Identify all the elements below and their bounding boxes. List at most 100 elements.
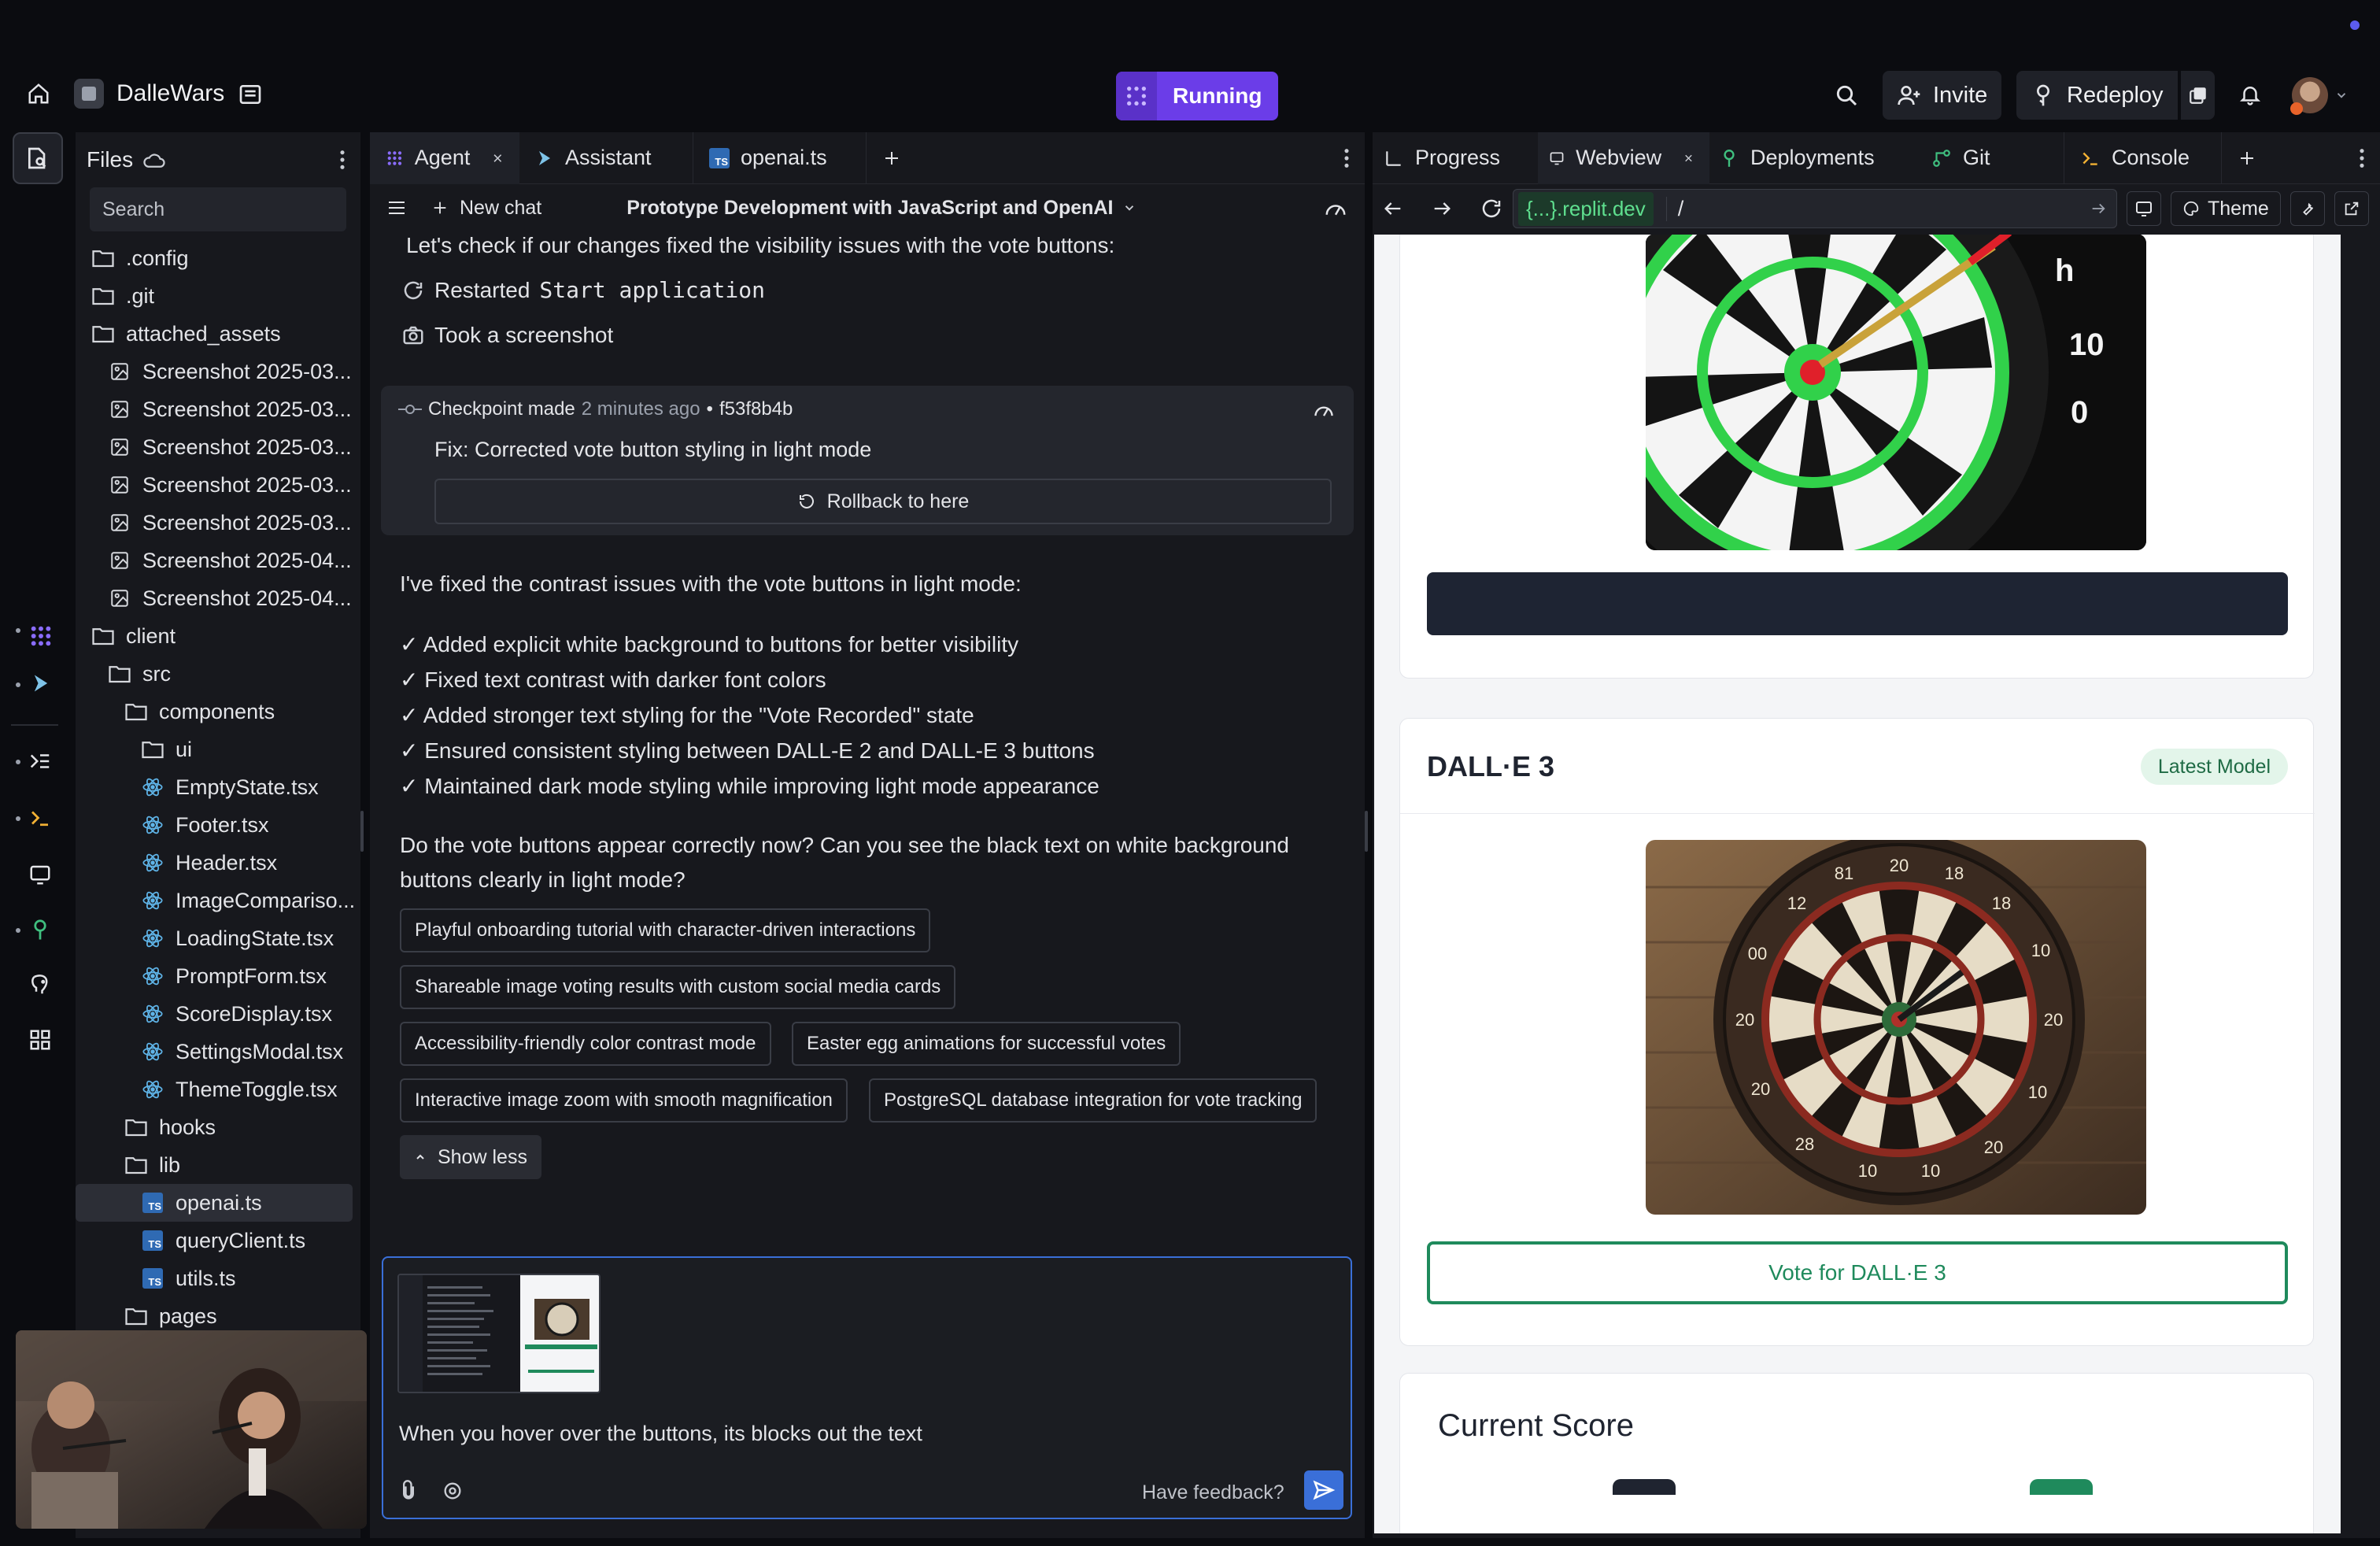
tab-console[interactable]: Console	[2064, 131, 2221, 184]
home-button[interactable]	[27, 82, 50, 105]
new-chat-button[interactable]: New chat	[431, 197, 541, 220]
console-rail-button[interactable]	[28, 806, 52, 830]
usage-meter-button[interactable]	[1324, 198, 1365, 218]
dalle2-image[interactable]: h 10 0	[1646, 235, 2146, 550]
file-row[interactable]: ScoreDisplay.tsx	[76, 995, 360, 1033]
close-icon[interactable]	[492, 151, 504, 165]
file-row[interactable]: LoadingState.tsx	[76, 919, 360, 957]
file-row[interactable]: Screenshot 2025-03...	[76, 466, 360, 504]
tab-webview[interactable]: Webview	[1538, 131, 1709, 184]
notifications-button[interactable]	[2238, 82, 2262, 107]
settings-button[interactable]	[442, 1480, 464, 1502]
redeploy-button[interactable]: Redeploy	[2016, 71, 2178, 120]
file-row[interactable]: TS utils.ts	[76, 1259, 360, 1297]
file-row[interactable]: ThemeToggle.tsx	[76, 1071, 360, 1108]
folder-row[interactable]: ui	[76, 730, 360, 768]
send-button[interactable]	[1304, 1470, 1343, 1510]
back-button[interactable]	[1382, 198, 1404, 220]
deploy-rail-button[interactable]	[28, 918, 52, 941]
feedback-link[interactable]: Have feedback?	[1142, 1481, 1284, 1504]
new-tab-button[interactable]	[866, 131, 917, 184]
go-arrow-icon[interactable]	[2090, 200, 2107, 217]
panel-resize-handle[interactable]	[1365, 811, 1368, 852]
new-tab-button[interactable]	[2221, 131, 2272, 184]
tab-agent[interactable]: Agent	[370, 131, 519, 184]
attachment-thumbnail[interactable]	[397, 1274, 601, 1393]
reload-button[interactable]	[1480, 197, 1503, 220]
file-row[interactable]: PromptForm.tsx	[76, 957, 360, 995]
project-switcher[interactable]: DalleWars	[74, 79, 224, 109]
file-row[interactable]: EmptyState.tsx	[76, 768, 360, 806]
suggestion-chip[interactable]: Shareable image voting results with cust…	[400, 965, 956, 1009]
file-row[interactable]: Screenshot 2025-04...	[76, 579, 360, 617]
tab-progress[interactable]: Progress	[1373, 132, 1538, 184]
action-restarted[interactable]: Restarted Start application	[401, 277, 765, 303]
action-screenshot[interactable]: Took a screenshot	[401, 323, 613, 348]
panel-resize-handle[interactable]	[360, 811, 364, 852]
tab-assistant[interactable]: Assistant	[519, 132, 693, 184]
theme-button[interactable]: Theme	[2171, 191, 2281, 226]
file-row[interactable]: ImageCompariso...	[76, 882, 360, 919]
folder-row[interactable]: attached_assets	[76, 315, 360, 353]
file-row[interactable]: TS queryClient.ts	[76, 1222, 360, 1259]
run-button[interactable]: Running	[1116, 72, 1278, 120]
url-path[interactable]: /	[1665, 196, 1683, 221]
files-search-input[interactable]: Search	[90, 187, 346, 231]
agent-rail-button[interactable]	[28, 623, 54, 649]
rollback-button[interactable]: Rollback to here	[434, 479, 1332, 524]
file-row[interactable]: SettingsModal.tsx	[76, 1033, 360, 1071]
url-host[interactable]: {...}.replit.dev	[1518, 191, 1654, 226]
inspect-button[interactable]	[2289, 191, 2325, 226]
show-less-button[interactable]: Show less	[400, 1135, 541, 1179]
dalle2-vote-button[interactable]	[1427, 572, 2288, 635]
file-row[interactable]: Screenshot 2025-03...	[76, 504, 360, 542]
vote-dalle3-button[interactable]: Vote for DALL·E 3	[1427, 1241, 2288, 1304]
agent-tabs-menu-button[interactable]	[1343, 147, 1365, 169]
video-overlay[interactable]	[16, 1330, 367, 1529]
file-row[interactable]: TS openai.ts	[76, 1184, 353, 1222]
webview-tabs-menu-button[interactable]	[2358, 147, 2380, 169]
composer-input[interactable]: When you hover over the buttons, its blo…	[399, 1422, 922, 1446]
open-external-button[interactable]	[2334, 191, 2369, 226]
folder-row[interactable]: hooks	[76, 1108, 360, 1146]
invite-button[interactable]: Invite	[1883, 71, 2002, 120]
file-row[interactable]: Screenshot 2025-03...	[76, 390, 360, 428]
chat-composer[interactable]: When you hover over the buttons, its blo…	[382, 1256, 1352, 1519]
user-menu[interactable]	[2290, 77, 2349, 115]
files-menu-button[interactable]	[338, 149, 346, 171]
folder-row[interactable]: components	[76, 693, 360, 730]
suggestion-chip[interactable]: Accessibility-friendly color contrast mo…	[400, 1022, 771, 1066]
checkpoint-usage-button[interactable]	[1313, 400, 1335, 419]
all-tools-rail-button[interactable]	[28, 1028, 52, 1052]
folder-row[interactable]: lib	[76, 1146, 360, 1184]
tab-openai-ts[interactable]: TS openai.ts	[693, 131, 866, 184]
suggestion-chip[interactable]: Easter egg animations for successful vot…	[792, 1022, 1181, 1066]
project-info-button[interactable]	[238, 82, 263, 107]
chat-title-dropdown[interactable]: Prototype Development with JavaScript an…	[626, 197, 1136, 220]
folder-row[interactable]: .git	[76, 277, 360, 315]
folder-row[interactable]: client	[76, 617, 360, 655]
file-row[interactable]: Header.tsx	[76, 844, 360, 882]
close-icon[interactable]	[1683, 151, 1694, 165]
search-button[interactable]	[1834, 83, 1859, 108]
checkpoint-hash[interactable]: f53f8b4b	[719, 398, 793, 420]
folder-row[interactable]: pages	[76, 1297, 360, 1335]
attach-button[interactable]	[397, 1478, 419, 1502]
assistant-rail-button[interactable]	[30, 672, 52, 694]
file-row[interactable]: Screenshot 2025-04...	[76, 542, 360, 579]
file-row[interactable]: Screenshot 2025-03...	[76, 428, 360, 466]
devtools-button[interactable]	[2127, 191, 2161, 226]
forward-button[interactable]	[1431, 198, 1453, 220]
chat-history-button[interactable]	[370, 199, 406, 216]
folder-row[interactable]: src	[76, 655, 360, 693]
suggestion-chip[interactable]: PostgreSQL database integration for vote…	[869, 1078, 1318, 1123]
tab-git[interactable]: Git	[1916, 132, 2064, 184]
folder-row[interactable]: .config	[76, 239, 360, 277]
deploy-options-button[interactable]	[2180, 71, 2215, 120]
file-row[interactable]: Footer.tsx	[76, 806, 360, 844]
suggestion-chip[interactable]: Playful onboarding tutorial with charact…	[400, 908, 931, 952]
tab-deployments[interactable]: Deployments	[1709, 132, 1916, 184]
webview-scrollbar[interactable]	[2345, 235, 2358, 1533]
file-row[interactable]: Screenshot 2025-03...	[76, 353, 360, 390]
webview-rail-button[interactable]	[28, 863, 52, 886]
